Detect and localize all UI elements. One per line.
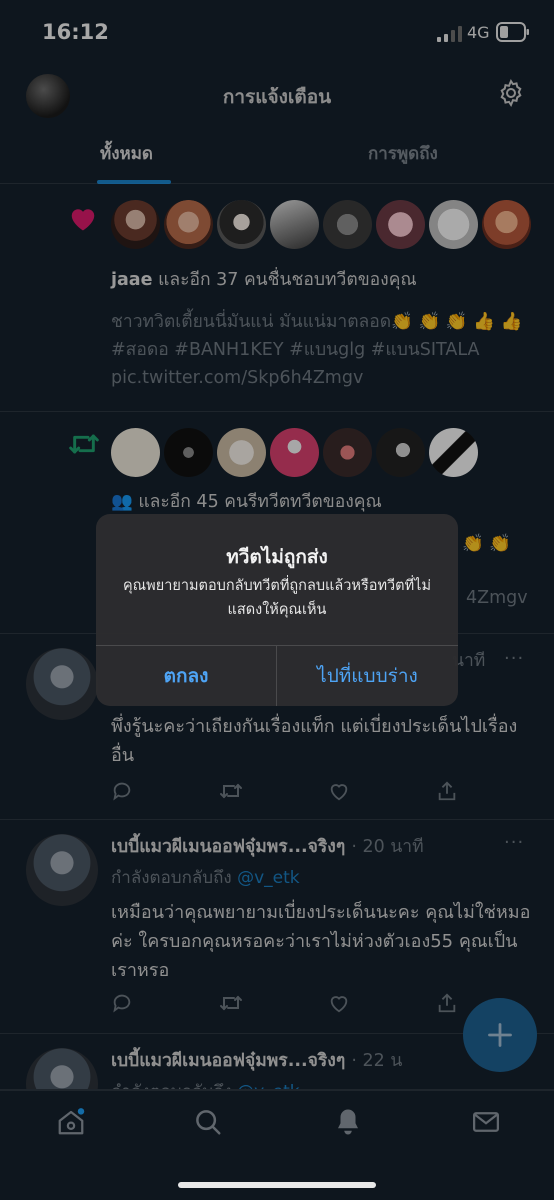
tweet-not-sent-alert: ทวีตไม่ถูกส่ง คุณพยายามตอบกลับทวีตที่ถูก… (96, 514, 458, 706)
ok-button[interactable]: ตกลง (96, 645, 276, 706)
go-to-drafts-button[interactable]: ไปที่แบบร่าง (277, 645, 458, 706)
home-indicator[interactable] (178, 1182, 376, 1188)
alert-title: ทวีตไม่ถูกส่ง (226, 546, 328, 568)
alert-message: คุณพยายามตอบกลับทวีตที่ถูกลบแล้วหรือทวีต… (122, 578, 432, 618)
